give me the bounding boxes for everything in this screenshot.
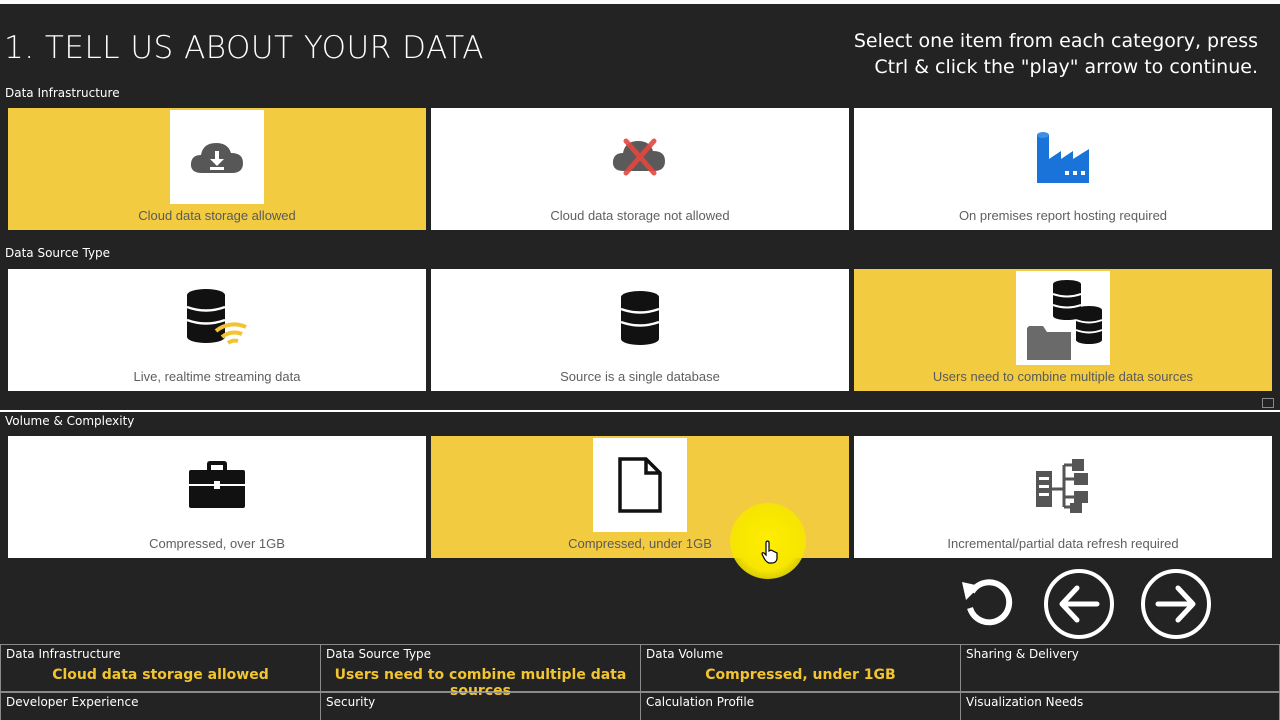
factory-icon (1016, 110, 1110, 204)
summary-developer-experience: Developer Experience (0, 692, 320, 720)
summary-calculation-profile: Calculation Profile (640, 692, 960, 720)
card-cloud-storage-allowed[interactable]: Cloud data storage allowed (8, 108, 426, 230)
top-strip (0, 0, 1280, 4)
card-caption: On premises report hosting required (958, 208, 1168, 223)
section-label-data-source-type: Data Source Type (5, 246, 111, 260)
card-caption: Source is a single database (560, 369, 720, 384)
card-caption: Live, realtime streaming data (133, 369, 301, 384)
summary-sharing-delivery: Sharing & Delivery (960, 644, 1280, 692)
card-incremental-refresh[interactable]: Incremental/partial data refresh require… (854, 436, 1272, 558)
summary-visualization-needs: Visualization Needs (960, 692, 1280, 720)
reset-icon (962, 579, 1013, 626)
database-icon (593, 271, 687, 365)
page-title: 1. TELL US ABOUT YOUR DATA (4, 30, 484, 66)
card-compressed-over-1gb[interactable]: Compressed, over 1GB (8, 436, 426, 558)
card-multiple-sources[interactable]: Users need to combine multiple data sour… (854, 269, 1272, 391)
section-label-volume-complexity: Volume & Complexity (5, 414, 135, 428)
server-network-icon (1016, 438, 1110, 532)
arrow-right-icon (1155, 585, 1196, 623)
instructions-text: Select one item from each category, pres… (853, 30, 1258, 78)
card-caption: Users need to combine multiple data sour… (932, 369, 1194, 384)
document-icon (593, 438, 687, 532)
summary-data-source-type: Data Source Type Users need to combine m… (320, 644, 640, 699)
card-live-streaming[interactable]: Live, realtime streaming data (8, 269, 426, 391)
summary-data-volume: Data Volume Compressed, under 1GB (640, 644, 960, 692)
card-on-premises-hosting[interactable]: On premises report hosting required (854, 108, 1272, 230)
card-cloud-storage-not-allowed[interactable]: Cloud data storage not allowed (431, 108, 849, 230)
database-wifi-icon (170, 271, 264, 365)
expand-icon[interactable] (1262, 398, 1274, 408)
card-caption: Compressed, over 1GB (149, 536, 285, 551)
back-button[interactable] (1044, 569, 1114, 639)
selection-summary: Data Infrastructure Cloud data storage a… (0, 644, 1280, 720)
app-canvas: 1. TELL US ABOUT YOUR DATA Select one it… (0, 0, 1280, 720)
multiple-databases-icon (1016, 271, 1110, 365)
card-single-database[interactable]: Source is a single database (431, 269, 849, 391)
summary-data-infrastructure: Data Infrastructure Cloud data storage a… (0, 644, 320, 692)
cloud-crossed-icon (593, 110, 687, 204)
arrow-left-icon (1059, 585, 1100, 623)
card-caption: Incremental/partial data refresh require… (947, 536, 1179, 551)
reset-button[interactable] (958, 574, 1018, 634)
hand-cursor-icon (761, 540, 778, 564)
card-caption: Cloud data storage allowed (138, 208, 296, 223)
forward-button[interactable] (1141, 569, 1211, 639)
summary-security: Security (320, 692, 640, 720)
cloud-download-icon (170, 110, 264, 204)
section-label-data-infrastructure: Data Infrastructure (5, 86, 120, 100)
section-divider (0, 410, 1280, 412)
briefcase-icon (170, 438, 264, 532)
card-caption: Cloud data storage not allowed (550, 208, 730, 223)
